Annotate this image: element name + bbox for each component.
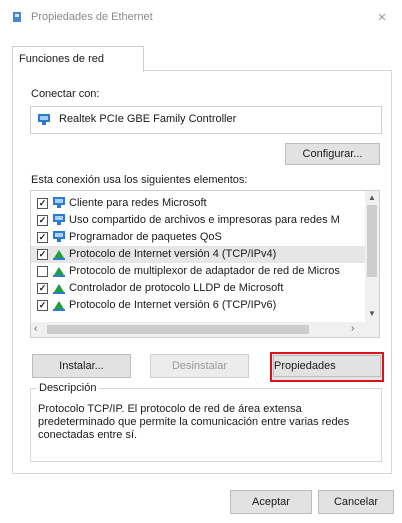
accept-button[interactable]: Aceptar	[230, 490, 312, 514]
item-checkbox[interactable]: ✓	[37, 249, 48, 260]
item-checkbox[interactable]	[37, 266, 48, 277]
window-title: Propiedades de Ethernet	[31, 11, 153, 23]
description-label: Descripción	[36, 382, 100, 394]
item-label: Protocolo de Internet versión 4 (TCP/IPv…	[69, 248, 277, 260]
item-checkbox[interactable]: ✓	[37, 300, 48, 311]
scroll-up-icon[interactable]: ▲	[367, 193, 377, 203]
uninstall-button[interactable]: Desinstalar	[150, 354, 249, 378]
horizontal-scroll-thumb[interactable]	[47, 325, 309, 334]
network-adapter-icon	[38, 114, 50, 125]
network-client-icon	[53, 231, 65, 242]
item-label: Protocolo de Internet versión 6 (TCP/IPv…	[69, 299, 277, 311]
protocol-icon	[53, 267, 65, 277]
list-item[interactable]: ✓ Programador de paquetes QoS	[31, 229, 365, 246]
adapter-name: Realtek PCIe GBE Family Controller	[59, 113, 237, 125]
protocol-icon	[53, 284, 65, 294]
network-client-icon	[53, 214, 65, 225]
scroll-down-icon[interactable]: ▼	[367, 309, 377, 319]
properties-button-label: Propiedades	[273, 355, 381, 377]
close-button[interactable]: ×	[370, 8, 394, 28]
tab-network-functions[interactable]: Funciones de red	[12, 46, 144, 72]
install-button[interactable]: Instalar...	[32, 354, 131, 378]
list-item[interactable]: ✓ Cliente para redes Microsoft	[31, 195, 365, 212]
item-checkbox[interactable]: ✓	[37, 215, 48, 226]
network-client-icon	[53, 197, 65, 208]
list-item[interactable]: ✓ Controlador de protocolo LLDP de Micros…	[31, 280, 365, 297]
vertical-scroll-thumb[interactable]	[367, 205, 377, 277]
scroll-right-icon[interactable]: ›	[351, 323, 354, 334]
cancel-button[interactable]: Cancelar	[318, 490, 394, 514]
item-checkbox[interactable]: ✓	[37, 232, 48, 243]
items-list[interactable]: ✓ Cliente para redes Microsoft ✓ Uso compar…	[30, 190, 380, 338]
list-item[interactable]: ✓ Protocolo de Internet versión 6 (TCP/IP…	[31, 297, 365, 314]
scroll-left-icon[interactable]: ‹	[34, 323, 37, 334]
connect-with-label: Conectar con:	[31, 88, 100, 100]
list-item[interactable]: ✓ Protocolo de Internet versión 4 (TCP/IP…	[31, 246, 365, 263]
protocol-icon	[53, 250, 65, 260]
protocol-icon	[53, 301, 65, 311]
item-label: Programador de paquetes QoS	[69, 231, 222, 243]
item-label: Controlador de protocolo LLDP de Microso…	[69, 282, 284, 294]
item-label: Protocolo de multiplexor de adaptador de…	[69, 265, 340, 277]
item-label: Uso compartido de archivos e impresoras …	[69, 214, 340, 226]
description-text: Protocolo TCP/IP. El protocolo de red de…	[38, 403, 350, 441]
properties-button[interactable]: Propiedades	[270, 352, 384, 382]
ethernet-icon	[13, 12, 21, 22]
horizontal-scrollbar[interactable]: ‹ ›	[31, 322, 365, 337]
item-label: Cliente para redes Microsoft	[69, 197, 207, 209]
list-item[interactable]: ✓ Uso compartido de archivos e impresoras…	[31, 212, 365, 229]
configure-button[interactable]: Configurar...	[285, 143, 380, 165]
vertical-scrollbar[interactable]: ▲ ▼	[365, 191, 379, 337]
item-checkbox[interactable]: ✓	[37, 198, 48, 209]
list-item[interactable]: Protocolo de multiplexor de adaptador de…	[31, 263, 365, 280]
adapter-field: Realtek PCIe GBE Family Controller	[30, 106, 382, 134]
items-label: Esta conexión usa los siguientes element…	[31, 174, 248, 186]
item-checkbox[interactable]: ✓	[37, 283, 48, 294]
tab-label: Funciones de red	[19, 53, 104, 65]
